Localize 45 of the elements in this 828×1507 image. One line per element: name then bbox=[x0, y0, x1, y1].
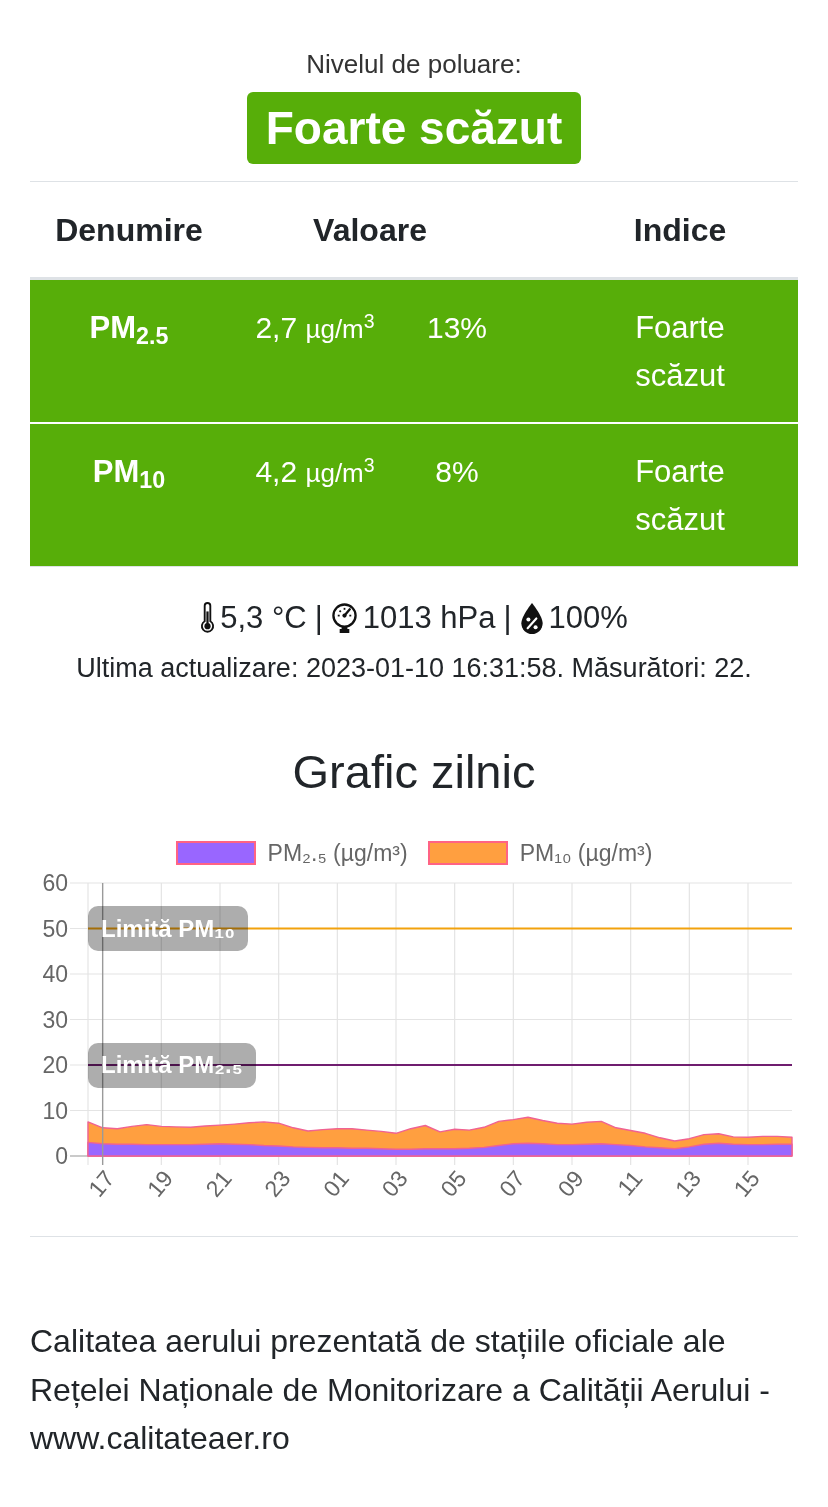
gauge-icon bbox=[330, 603, 358, 633]
chart-title: Grafic zilnic bbox=[291, 744, 537, 800]
y-axis-label: 20 bbox=[42, 1052, 68, 1078]
separator: | bbox=[503, 599, 512, 637]
x-axis-label: 09 bbox=[552, 1165, 589, 1202]
weather-reading: 5,3 °C bbox=[220, 599, 307, 637]
legend-label: PM₂.₅ (µg/m³) bbox=[267, 840, 408, 866]
x-axis-label: 03 bbox=[376, 1165, 413, 1202]
table-cell: 8% bbox=[435, 455, 479, 488]
column-header: Indice bbox=[633, 211, 727, 248]
table-cell: 2,7 µg/m$^{3}$ bbox=[255, 311, 375, 344]
x-axis-label: 05 bbox=[435, 1165, 472, 1202]
column-header: Valoare bbox=[313, 211, 427, 248]
y-axis-label: 10 bbox=[42, 1097, 68, 1124]
y-axis-label: 60 bbox=[42, 870, 68, 896]
legend-label: PM₁₀ (µg/m³) bbox=[519, 840, 653, 866]
table-cell: 13% bbox=[426, 311, 487, 344]
pollution-level-badge: Foarte scăzut bbox=[246, 92, 582, 164]
y-axis-label: 30 bbox=[42, 1006, 68, 1033]
table-cell-text: Foarte scăzut bbox=[634, 453, 726, 539]
x-axis-label: 21 bbox=[200, 1165, 237, 1202]
table-cell: PM$_{2.5}$ bbox=[89, 310, 169, 345]
x-axis-label: 11 bbox=[612, 1165, 648, 1201]
x-axis-label: 23 bbox=[259, 1165, 296, 1202]
x-axis-label: 15 bbox=[728, 1165, 765, 1202]
x-axis-label: 13 bbox=[669, 1165, 707, 1202]
last-update-text: Ultima actualizare: 2023-01-10 16:31:58. Măsurători: 22. bbox=[75, 652, 753, 684]
pollution-level-label: Nivelul de poluare: bbox=[306, 48, 522, 80]
thermometer-icon bbox=[200, 602, 216, 634]
x-axis-label: 17 bbox=[83, 1165, 120, 1202]
x-axis-label: 07 bbox=[493, 1165, 531, 1202]
table-cell-text: Foarte scăzut bbox=[634, 309, 726, 395]
weather-reading: 100% bbox=[548, 599, 628, 637]
y-axis-label: 50 bbox=[42, 915, 68, 942]
y-axis-label: 0 bbox=[55, 1143, 68, 1169]
x-axis-label: 01 bbox=[317, 1165, 355, 1202]
x-axis-label: 19 bbox=[141, 1165, 179, 1202]
footer-text: Calitatea aerului prezentată de stațiile oficiale ale Rețelei Naționale de Monitorizare a Calității Aerului - www.calitateaer.ro bbox=[30, 1322, 771, 1458]
column-header: Denumire bbox=[55, 211, 203, 248]
table-cell: 4,2 µg/m$^{3}$ bbox=[255, 455, 375, 488]
separator: | bbox=[314, 599, 323, 637]
table-cell: PM$_{10}$ bbox=[92, 454, 166, 489]
y-axis-label: 40 bbox=[42, 961, 68, 987]
weather-reading: 1013 hPa bbox=[362, 599, 496, 637]
droplet-percent-icon bbox=[519, 602, 544, 634]
